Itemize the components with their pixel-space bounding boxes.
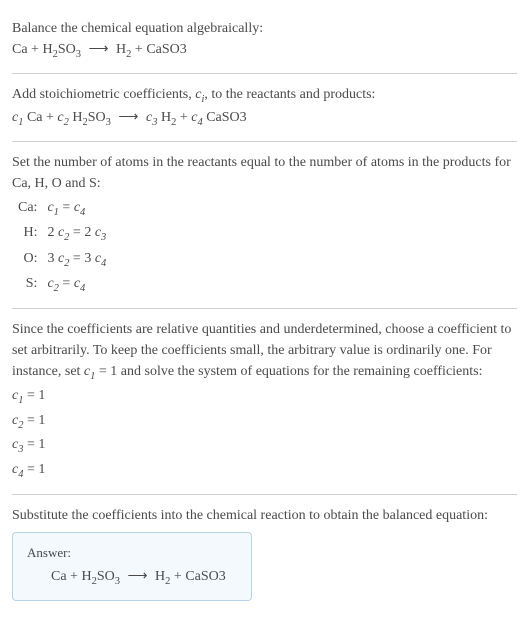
- section-atom-equations: Set the number of atoms in the reactants…: [12, 142, 517, 308]
- text-part: Add stoichiometric coefficients,: [12, 87, 195, 102]
- text-part: H2 +: [157, 110, 191, 125]
- section-balance-intro: Balance the chemical equation algebraica…: [12, 8, 517, 73]
- text-part: , to the reactants and products:: [204, 87, 375, 102]
- text-part: CaSO3: [203, 110, 247, 125]
- table-row: H: 2 c2 = 2 c3: [12, 221, 112, 247]
- element-label: S:: [12, 272, 41, 298]
- c2: c2: [57, 110, 68, 125]
- intro-text: Since the coefficients are relative quan…: [12, 319, 517, 385]
- coef-line: c2 = 1: [12, 410, 517, 434]
- answer-box: Answer: Ca + H2SO3 ⟶ H2 + CaSO3: [12, 532, 252, 601]
- coef-value: = 1: [23, 462, 45, 477]
- table-row: S: c2 = c4: [12, 272, 112, 298]
- coef-value: = 1: [23, 437, 45, 452]
- equation-text: Ca + H2SO3 ⟶ H2 + CaSO3: [12, 42, 187, 57]
- equation-cell: c1 = c4: [41, 196, 112, 222]
- section-add-coefficients: Add stoichiometric coefficients, ci, to …: [12, 74, 517, 141]
- element-label: Ca:: [12, 196, 41, 222]
- c1: c1: [84, 364, 95, 379]
- section-solve: Since the coefficients are relative quan…: [12, 309, 517, 494]
- equation-unbalanced: Ca + H2SO3 ⟶ H2 + CaSO3: [12, 39, 517, 63]
- coef-value: = 1: [23, 413, 45, 428]
- equation-cell: c2 = c4: [41, 272, 112, 298]
- element-label: H:: [12, 221, 41, 247]
- coef-line: c3 = 1: [12, 434, 517, 458]
- table-row: O: 3 c2 = 3 c4: [12, 247, 112, 273]
- equations-table: Ca: c1 = c4 H: 2 c2 = 2 c3 O: 3 c2 = 3 c…: [12, 196, 112, 298]
- intro-text: Set the number of atoms in the reactants…: [12, 152, 517, 194]
- c4: c4: [191, 110, 202, 125]
- section-answer: Substitute the coefficients into the che…: [12, 495, 517, 611]
- text-part: H2SO3 ⟶: [69, 110, 146, 125]
- coef-line: c4 = 1: [12, 459, 517, 483]
- answer-equation: Ca + H2SO3 ⟶ H2 + CaSO3: [27, 566, 237, 590]
- intro-text: Substitute the coefficients into the che…: [12, 505, 517, 526]
- intro-text: Balance the chemical equation algebraica…: [12, 18, 517, 39]
- coef-line: c1 = 1: [12, 385, 517, 409]
- table-row: Ca: c1 = c4: [12, 196, 112, 222]
- text-part: Ca +: [23, 110, 57, 125]
- c3: c3: [146, 110, 157, 125]
- equation-with-coefs: c1 Ca + c2 H2SO3 ⟶ c3 H2 + c4 CaSO3: [12, 107, 517, 131]
- answer-label: Answer:: [27, 543, 237, 563]
- c1: c1: [12, 110, 23, 125]
- text-part: = 1 and solve the system of equations fo…: [95, 364, 482, 379]
- intro-text: Add stoichiometric coefficients, ci, to …: [12, 84, 517, 108]
- equation-cell: 2 c2 = 2 c3: [41, 221, 112, 247]
- coef-value: = 1: [23, 388, 45, 403]
- equation-cell: 3 c2 = 3 c4: [41, 247, 112, 273]
- element-label: O:: [12, 247, 41, 273]
